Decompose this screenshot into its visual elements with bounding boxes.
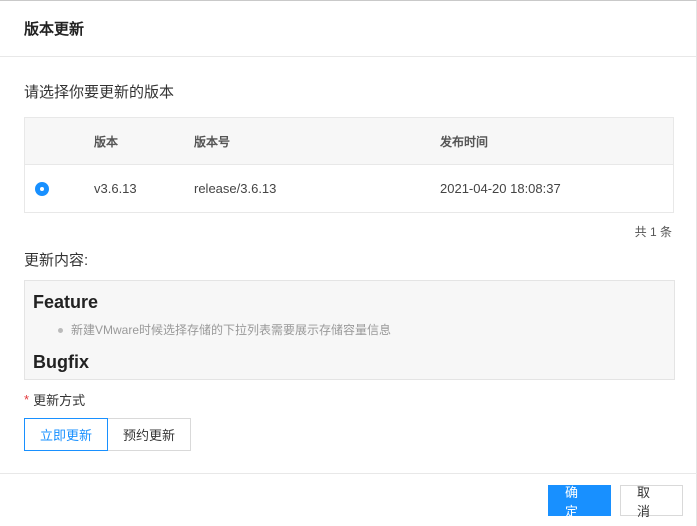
dialog-body: 请选择你要更新的版本 版本 版本号 发布时间 v3.6.13 release/3…	[0, 81, 696, 451]
cancel-button[interactable]: 取 消	[620, 485, 683, 519]
dialog-header: 版本更新	[0, 1, 696, 57]
row-release-time: 2021-04-20 18:08:37	[440, 181, 561, 196]
list-item: 新建VMware时候选择存储的下拉列表需要展示存储容量信息	[58, 321, 666, 339]
schedule-update-button[interactable]: 预约更新	[108, 418, 192, 451]
update-mode-group: 立即更新 预约更新	[24, 418, 672, 451]
table-header: 版本 版本号 发布时间	[25, 118, 673, 165]
update-mode-label: 更新方式	[33, 393, 86, 408]
pagination-total: 共 1 条	[634, 224, 672, 239]
row-version-number: release/3.6.13	[194, 181, 277, 196]
radio-dot	[40, 186, 44, 191]
update-mode-label-row: * 更新方式	[24, 390, 672, 409]
row-radio-cell[interactable]	[25, 181, 94, 196]
table-row[interactable]: v3.6.13 release/3.6.13 2021-04-20 18:08:…	[25, 165, 673, 212]
content-heading-feature: Feature	[33, 292, 99, 312]
row-version: v3.6.13	[94, 181, 137, 196]
header-release-time: 发布时间	[440, 134, 489, 149]
content-heading-bugfix: Bugfix	[33, 352, 89, 372]
confirm-button[interactable]: 确 定	[548, 485, 611, 519]
dialog-title: 版本更新	[24, 21, 85, 38]
header-version-number: 版本号	[194, 134, 231, 149]
dialog-footer: 确 定 取 消	[0, 473, 697, 526]
update-content-label: 更新内容:	[24, 252, 89, 269]
select-prompt: 请选择你要更新的版本	[24, 84, 175, 101]
update-content-box[interactable]: Feature 新建VMware时候选择存储的下拉列表需要展示存储容量信息 Bu…	[24, 280, 675, 380]
update-dialog: 版本更新 请选择你要更新的版本 版本 版本号 发布时间 v3.6.13 rele…	[0, 0, 697, 526]
feature-list: 新建VMware时候选择存储的下拉列表需要展示存储容量信息	[58, 321, 666, 339]
version-table: 版本 版本号 发布时间 v3.6.13 release/3.6.13 2021-…	[24, 117, 674, 213]
required-mark: *	[24, 392, 30, 407]
header-version: 版本	[94, 134, 119, 149]
update-now-button[interactable]: 立即更新	[24, 418, 109, 451]
pagination: 共 1 条	[24, 213, 674, 249]
version-radio[interactable]	[35, 181, 49, 196]
